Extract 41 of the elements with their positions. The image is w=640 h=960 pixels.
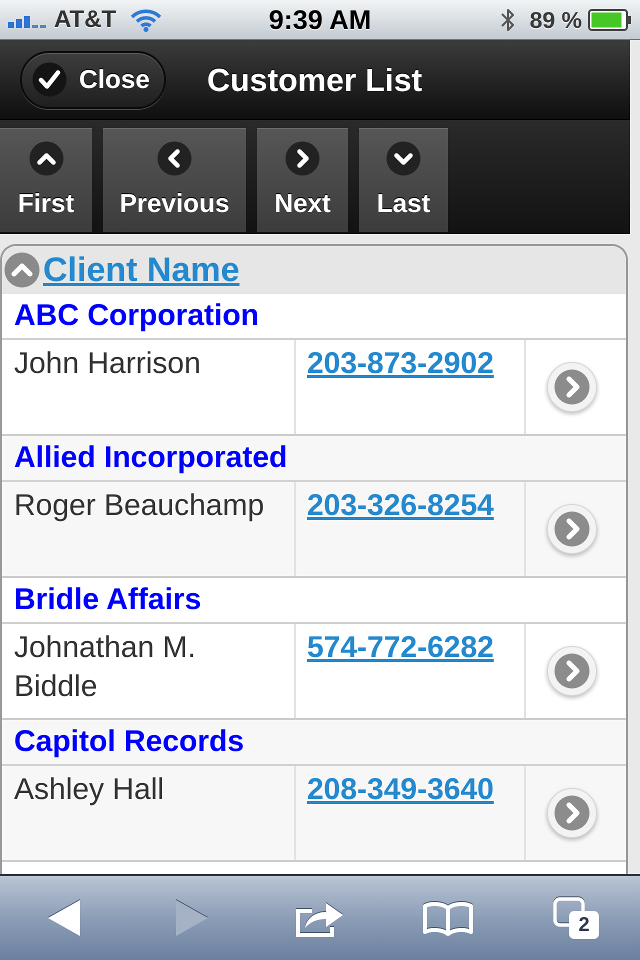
chevron-left-icon — [157, 141, 192, 176]
company-name: Allied Incorporated — [14, 440, 288, 476]
company-name: Bridle Affairs — [14, 582, 202, 618]
wifi-icon — [130, 8, 162, 32]
page-title: Customer List — [207, 60, 422, 100]
carrier-name: AT&T — [54, 5, 116, 36]
detail-button[interactable] — [547, 504, 597, 554]
contact-name: Roger Beauchamp — [14, 489, 264, 522]
contact-name: Ashley Hall — [14, 773, 164, 806]
phone-link[interactable]: 203-326-8254 — [307, 489, 494, 522]
chevron-up-icon — [28, 141, 64, 176]
checkmark-icon — [32, 62, 67, 97]
open-book-icon[interactable] — [422, 900, 474, 936]
chevron-right-icon — [554, 369, 590, 405]
battery-percentage: 89 % — [530, 6, 582, 35]
close-button[interactable]: Close — [20, 50, 166, 108]
company-name: ABC Corporation — [14, 298, 259, 334]
chevron-right-icon — [554, 795, 590, 831]
battery-icon — [588, 9, 632, 32]
back-arrow-icon[interactable] — [47, 898, 81, 938]
pager-button[interactable]: First — [0, 128, 92, 232]
pager-button[interactable]: Next — [257, 128, 348, 232]
phone-link[interactable]: 203-873-2902 — [307, 347, 494, 380]
detail-button[interactable] — [547, 788, 597, 838]
chevron-down-icon — [386, 141, 421, 176]
phone-link[interactable]: 208-349-3640 — [307, 773, 494, 806]
phone-link[interactable]: 574-772-6282 — [307, 631, 494, 664]
bluetooth-icon — [500, 7, 516, 34]
detail-button[interactable] — [547, 362, 597, 412]
sort-ascending-icon[interactable] — [4, 252, 40, 288]
pager-button[interactable]: Previous — [103, 128, 246, 232]
detail-button[interactable] — [547, 646, 597, 696]
chevron-right-icon — [554, 653, 590, 689]
contact-name: Johnathan M. Biddle — [14, 631, 196, 703]
tabs-button[interactable]: 2 — [553, 897, 599, 939]
clock-time: 9:39 AM — [268, 4, 372, 37]
company-name: Capitol Records — [14, 724, 244, 760]
contact-name: John Harrison — [14, 347, 201, 380]
chevron-right-icon — [554, 511, 590, 547]
chevron-right-icon — [285, 141, 320, 176]
pager-button[interactable]: Last — [359, 128, 448, 232]
